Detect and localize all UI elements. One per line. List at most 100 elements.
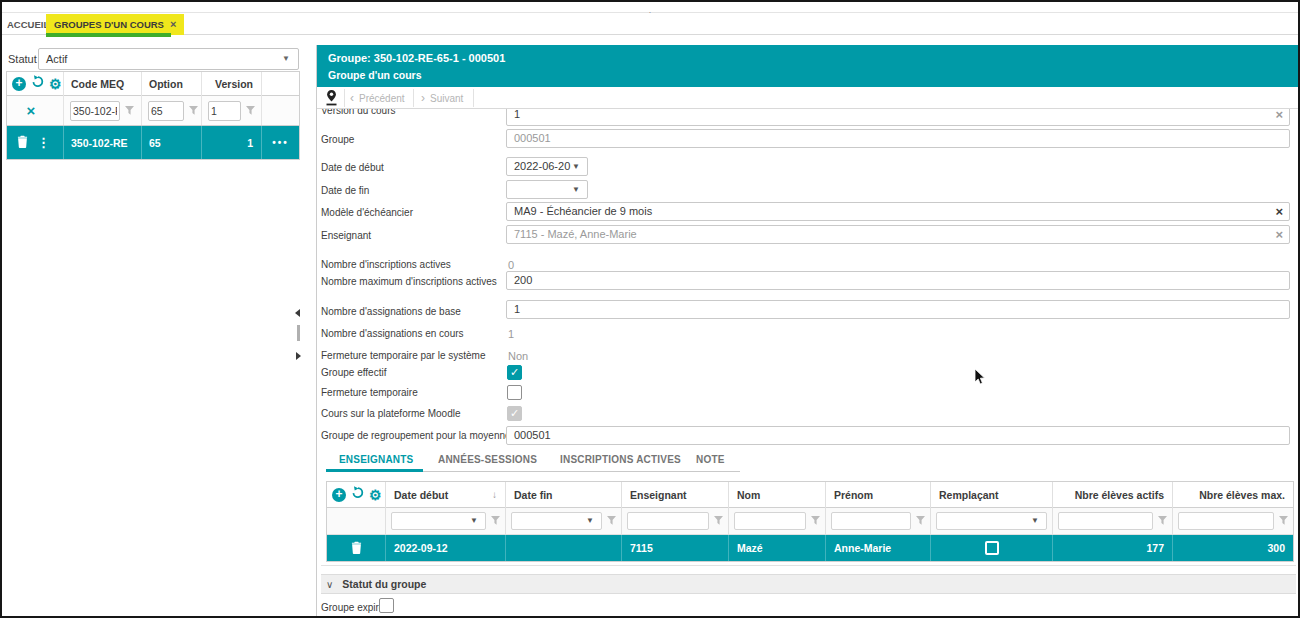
modele-echeancier-input[interactable]: MA9 - Échéancier de 9 mois×	[506, 202, 1290, 221]
col-enseignant[interactable]: Enseignant	[622, 482, 729, 508]
tab-annees-sessions[interactable]: ANNÉES-SESSIONS	[438, 454, 537, 465]
filter-enseignant[interactable]	[627, 512, 709, 530]
splitter-collapse-left-icon[interactable]	[295, 309, 300, 317]
field-label: Nombre d'inscriptions actives	[321, 259, 451, 270]
field-label: Fermeture temporaire par le système	[321, 350, 486, 361]
teacher-row[interactable]: 2022-09-12 7115 Mazé Anne-Marie 177 300	[327, 535, 1293, 561]
clear-icon[interactable]: ×	[1275, 109, 1283, 123]
gear-icon[interactable]: ⚙	[49, 77, 62, 91]
filter-funnel-icon[interactable]	[607, 515, 616, 527]
col-option[interactable]: Option	[142, 72, 202, 96]
tab-enseignants[interactable]: ENSEIGNANTS	[339, 454, 413, 465]
filter-nbre-actifs[interactable]	[1058, 512, 1153, 530]
grid-selected-row[interactable]: ⋮ 350-102-RE 65 1 •••	[7, 126, 299, 159]
filter-prenom[interactable]	[831, 512, 911, 530]
sort-desc-icon[interactable]: ↓	[492, 482, 497, 508]
col-remplacant[interactable]: Remplaçant	[931, 482, 1053, 508]
filter-date-debut[interactable]: ▼	[391, 512, 486, 530]
splitter-handle[interactable]	[297, 325, 300, 341]
close-tab-icon[interactable]: ×	[170, 18, 176, 30]
chevron-down-icon: ▼	[282, 49, 290, 69]
teachers-grid: + ⚙ Date début↓ Date fin Enseignant Nom …	[326, 481, 1294, 562]
pin-drop-icon[interactable]	[325, 89, 338, 111]
filter-option[interactable]	[148, 101, 184, 121]
tab-inscriptions-actives[interactable]: INSCRIPTIONS ACTIVES	[560, 454, 681, 465]
clear-icon[interactable]: ×	[1275, 203, 1283, 220]
add-icon[interactable]: +	[332, 488, 346, 502]
col-prenom[interactable]: Prénom	[826, 482, 931, 508]
chevron-down-icon: ▼	[572, 158, 580, 175]
statut-select[interactable]: Actif▼	[38, 48, 299, 70]
groupe-expire-checkbox[interactable]	[379, 598, 394, 613]
fermeture-temporaire-checkbox[interactable]	[507, 385, 522, 400]
filter-funnel-icon[interactable]	[1158, 515, 1167, 527]
filter-date-fin[interactable]: ▼	[511, 512, 602, 530]
statut-groupe-section[interactable]: ∨ Statut du groupe	[321, 574, 1296, 594]
version-cours-input[interactable]: 1×	[506, 109, 1290, 126]
field-label: Enseignant	[321, 230, 371, 241]
refresh-icon[interactable]	[31, 72, 44, 96]
detail-header: Groupe: 350-102-RE-65-1 - 000501 Groupe …	[317, 45, 1300, 87]
next-label: Suivant	[430, 93, 463, 104]
filter-version[interactable]	[208, 101, 241, 121]
tab-accueil-label: ACCUEIL	[7, 19, 49, 30]
col-nbre-eleves-max[interactable]: Nbre élèves max.	[1173, 482, 1293, 508]
top-tab-bar: ACCUEIL GROUPES D'UN COURS×	[2, 13, 1298, 35]
previous-label: Précédent	[359, 93, 405, 104]
col-code-meq[interactable]: Code MEQ	[64, 72, 142, 96]
date-fin-select[interactable]: ▼	[506, 180, 588, 199]
field-label: Version du cours	[321, 109, 396, 116]
filter-remplacant[interactable]: ▼	[936, 512, 1047, 530]
filter-funnel-icon[interactable]	[714, 515, 723, 527]
delete-icon[interactable]	[17, 135, 28, 150]
date-debut-select[interactable]: 2022-06-20▼	[506, 157, 588, 176]
tab-accueil[interactable]: ACCUEIL	[7, 14, 49, 35]
collapse-bar[interactable]: ▲	[2, 2, 1298, 13]
groupe-effectif-checkbox[interactable]: ✓	[507, 365, 522, 380]
filter-nom[interactable]	[734, 512, 806, 530]
filter-funnel-icon[interactable]	[1279, 515, 1288, 527]
teachers-filter-row: ▼ ▼ ▼	[327, 508, 1293, 535]
field-label: Nombre maximum d'inscriptions actives	[321, 276, 497, 287]
delete-icon[interactable]	[351, 541, 362, 556]
filter-funnel-icon[interactable]	[811, 515, 820, 527]
clear-icon[interactable]: ×	[1275, 226, 1283, 243]
groupe-input[interactable]: 000501	[506, 129, 1290, 148]
add-icon[interactable]: +	[12, 77, 26, 91]
groupe-regroupement-input[interactable]: 000501	[506, 426, 1290, 445]
detail-subtitle: Groupe d'un cours	[328, 69, 1300, 81]
enseignant-input[interactable]: 7115 - Mazé, Anne-Marie×	[506, 225, 1290, 244]
filter-code-meq[interactable]	[70, 101, 120, 121]
next-button[interactable]: ›Suivant	[421, 87, 463, 110]
field-label: Groupe de regroupement pour la moyenne	[321, 430, 511, 441]
nb-inscriptions-value: 0	[508, 259, 514, 271]
clear-filters-icon[interactable]: ×	[13, 102, 63, 119]
field-label: Groupe	[321, 134, 354, 145]
col-date-debut[interactable]: Date début↓	[386, 482, 506, 508]
nb-assignations-base-input[interactable]: 1	[506, 300, 1290, 319]
kebab-menu-icon[interactable]: ⋮	[37, 135, 50, 150]
col-version[interactable]: Version	[202, 72, 262, 96]
filter-funnel-icon[interactable]	[491, 515, 500, 527]
filter-funnel-icon[interactable]	[916, 515, 925, 527]
col-nom[interactable]: Nom	[729, 482, 826, 508]
gear-icon[interactable]: ⚙	[369, 488, 382, 502]
filter-funnel-icon[interactable]	[189, 105, 198, 117]
row-more-button[interactable]: •••	[272, 137, 289, 148]
nb-max-inscriptions-input[interactable]: 200	[506, 271, 1290, 290]
col-date-fin[interactable]: Date fin	[506, 482, 622, 508]
groupe-expire-label: Groupe expiré	[321, 602, 384, 613]
chevron-down-icon: ▼	[1031, 513, 1039, 529]
statut-label: Statut	[8, 53, 37, 65]
previous-button[interactable]: ‹Précédent	[350, 87, 405, 110]
filter-funnel-icon[interactable]	[246, 105, 255, 117]
filter-nbre-max[interactable]	[1178, 512, 1274, 530]
refresh-icon[interactable]	[351, 482, 364, 508]
splitter-collapse-right-icon[interactable]	[296, 352, 301, 360]
tab-note[interactable]: NOTE	[696, 454, 725, 465]
field-label: Groupe effectif	[321, 367, 386, 378]
col-nbre-eleves-actifs[interactable]: Nbre élèves actifs	[1053, 482, 1173, 508]
remplacant-checkbox[interactable]	[985, 541, 999, 555]
tab-groupes-dun-cours[interactable]: GROUPES D'UN COURS×	[46, 14, 184, 35]
filter-funnel-icon[interactable]	[125, 105, 134, 117]
